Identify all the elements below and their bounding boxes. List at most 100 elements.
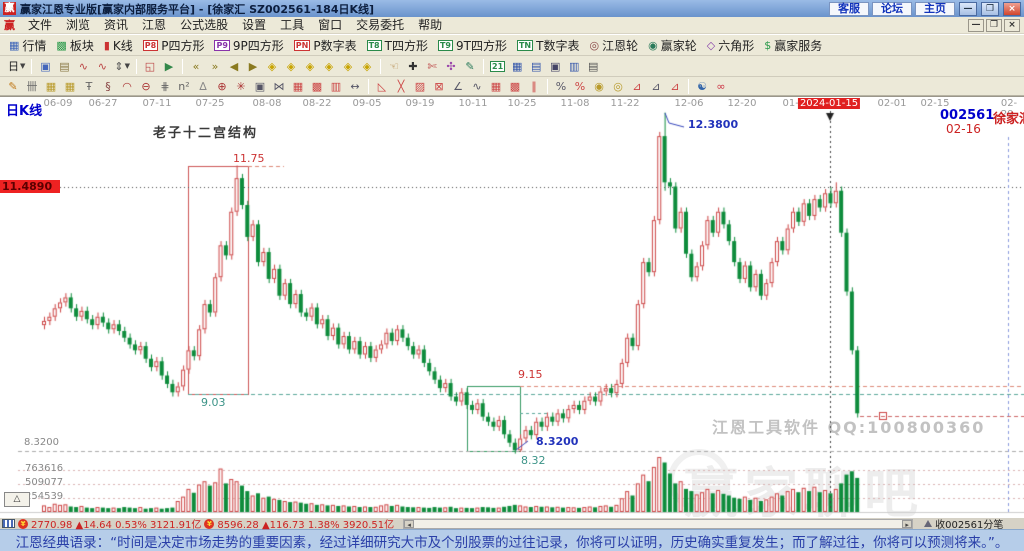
- menu-item-file[interactable]: 文件: [21, 17, 59, 33]
- zoom-diamond-3[interactable]: ◈: [301, 58, 319, 75]
- zoom-diamond-2[interactable]: ◈: [282, 58, 300, 75]
- hand-tool-icon[interactable]: ☜: [385, 58, 403, 75]
- spiral-icon[interactable]: §: [99, 78, 117, 95]
- clipboard-icon[interactable]: ▤: [55, 58, 73, 75]
- angle-j-icon[interactable]: ⊿: [628, 78, 646, 95]
- grid-view-icon[interactable]: [2, 519, 15, 528]
- menu-item-window[interactable]: 窗口: [311, 17, 349, 33]
- annotation-tool-icon[interactable]: ✣: [442, 58, 460, 75]
- yinyang-icon[interactable]: ☯: [693, 78, 711, 95]
- updown-icon[interactable]: ⇕▼: [112, 58, 132, 75]
- trend-small-icon[interactable]: ∿: [74, 58, 92, 75]
- notebook-icon[interactable]: ▤: [527, 58, 545, 75]
- photo-icon[interactable]: ▣: [251, 78, 269, 95]
- toolbar-button-gann-wheel[interactable]: ◎江恩轮: [584, 35, 643, 55]
- toolbar-button-p-square[interactable]: P8P四方形: [138, 35, 210, 55]
- gann-wheel-small-icon[interactable]: ✳: [232, 78, 250, 95]
- toolbar-button-sectors[interactable]: ▩板块: [51, 35, 98, 55]
- toolbar-button-t-number-table[interactable]: TNT数字表: [512, 35, 585, 55]
- menu-item-news[interactable]: 资讯: [97, 17, 135, 33]
- red-grid2-icon[interactable]: ▩: [308, 78, 326, 95]
- minimize-button[interactable]: —: [959, 2, 977, 16]
- scroll-right-arrow[interactable]: ▸: [902, 520, 912, 528]
- tally-grid-icon[interactable]: 卌: [23, 78, 41, 95]
- square-x-icon[interactable]: ⊠: [430, 78, 448, 95]
- toolbar-button-winner-wheel[interactable]: ◉赢家轮: [643, 35, 702, 55]
- arc-tool-icon[interactable]: ◠: [118, 78, 136, 95]
- shanghai-index-quote[interactable]: 2770.98 ▲14.64 0.53% 3121.91亿: [31, 516, 201, 531]
- period-day-dropdown[interactable]: 日▼: [4, 58, 27, 75]
- toolbar-button-t-square[interactable]: T8T四方形: [362, 35, 433, 55]
- zoom-diamond-1[interactable]: ◈: [263, 58, 281, 75]
- golden-section2-icon[interactable]: ◎: [609, 78, 627, 95]
- fan-lines-icon[interactable]: ◺: [373, 78, 391, 95]
- mdi-close-button[interactable]: ×: [1004, 19, 1020, 32]
- menu-item-gann[interactable]: 江恩: [135, 17, 173, 33]
- parallel-lines-icon[interactable]: ∥: [525, 78, 543, 95]
- shaded-grid-icon[interactable]: ▨: [411, 78, 429, 95]
- menu-item-tools[interactable]: 工具: [273, 17, 311, 33]
- circle-cycle-icon[interactable]: ⊖: [137, 78, 155, 95]
- calendar-icon[interactable]: 21: [488, 58, 507, 75]
- kline-mode-icon[interactable]: ◱: [141, 58, 159, 75]
- angle-line-icon[interactable]: ∠: [449, 78, 467, 95]
- kline-chart-panel[interactable]: 06-0906-2707-1107-2508-0808-2209-0509-19…: [0, 96, 1024, 517]
- toolbar-button-kline[interactable]: ▮K线: [99, 35, 138, 55]
- infinity-icon[interactable]: ∞: [712, 78, 730, 95]
- last-bar-icon[interactable]: »: [206, 58, 224, 75]
- angle-a-icon[interactable]: ∆: [194, 78, 212, 95]
- toolbar-button-p-number-table[interactable]: PNP数字表: [289, 35, 362, 55]
- next-bar-icon[interactable]: ▶: [244, 58, 262, 75]
- draw-pen-icon[interactable]: ✎: [4, 78, 22, 95]
- band-icon[interactable]: ▥: [327, 78, 345, 95]
- menu-item-help[interactable]: 帮助: [411, 17, 449, 33]
- close-button[interactable]: ×: [1003, 2, 1021, 16]
- tile-chart-icon[interactable]: ▣: [36, 58, 54, 75]
- scroll-left-arrow[interactable]: ◂: [404, 520, 414, 528]
- customer-service-button[interactable]: 客服: [829, 2, 869, 16]
- fractal-icon[interactable]: ⋈: [270, 78, 288, 95]
- toolbar-button-9t-square[interactable]: T99T四方形: [433, 35, 512, 55]
- toolbar-button-hexagon[interactable]: ◇六角形: [702, 35, 759, 55]
- menu-item-browse[interactable]: 浏览: [59, 17, 97, 33]
- measure-tool-icon[interactable]: ✄: [423, 58, 441, 75]
- menu-item-trade-order[interactable]: 交易委托: [349, 17, 411, 33]
- hash-ruler-icon[interactable]: ⋕: [156, 78, 174, 95]
- zoom-diamond-4[interactable]: ◈: [320, 58, 338, 75]
- golden-section-icon[interactable]: ◉: [590, 78, 608, 95]
- calculator-icon[interactable]: ▦: [508, 58, 526, 75]
- toolbar-button-quotes[interactable]: ▦行情: [4, 35, 51, 55]
- angle-f-icon[interactable]: ⊿: [647, 78, 665, 95]
- toolbar-button-winner-service[interactable]: $赢家服务: [759, 35, 827, 55]
- gann-grid-gold-icon[interactable]: ▦: [42, 78, 60, 95]
- width-arrows-icon[interactable]: ↔: [346, 78, 364, 95]
- toolbar-button-9p-square[interactable]: P99P四方形: [209, 35, 288, 55]
- percent-retrace-icon[interactable]: %: [552, 78, 570, 95]
- price-ruler-icon[interactable]: Ŧ: [80, 78, 98, 95]
- prev-bar-icon[interactable]: ◀: [225, 58, 243, 75]
- menu-item-settings[interactable]: 设置: [235, 17, 273, 33]
- percent-red-icon[interactable]: %: [571, 78, 589, 95]
- gann-circle-icon[interactable]: ⊕: [213, 78, 231, 95]
- wave-line-icon[interactable]: ∿: [468, 78, 486, 95]
- red-grid-icon[interactable]: ▦: [289, 78, 307, 95]
- homepage-button[interactable]: 主页: [915, 2, 955, 16]
- gann-grid-gold2-icon[interactable]: ▦: [61, 78, 79, 95]
- zoom-diamond-5[interactable]: ◈: [339, 58, 357, 75]
- line-manager-icon[interactable]: ✎: [461, 58, 479, 75]
- color-flag-icon[interactable]: ▶: [160, 58, 178, 75]
- restore-button[interactable]: ❐: [981, 2, 999, 16]
- grid3-icon[interactable]: ▦: [487, 78, 505, 95]
- mdi-minimize-button[interactable]: —: [968, 19, 984, 32]
- zoom-diamond-6[interactable]: ◈: [358, 58, 376, 75]
- kline-canvas[interactable]: [0, 97, 1024, 517]
- angle-g-icon[interactable]: ⊿: [666, 78, 684, 95]
- n2-table-icon[interactable]: n²: [175, 78, 193, 95]
- mdi-restore-button[interactable]: ❐: [986, 19, 1002, 32]
- trend-large-icon[interactable]: ∿: [93, 58, 111, 75]
- printer-icon[interactable]: ▤: [584, 58, 602, 75]
- forum-button[interactable]: 论坛: [872, 2, 912, 16]
- data-download-icon[interactable]: ▥: [565, 58, 583, 75]
- save-icon[interactable]: ▣: [546, 58, 564, 75]
- expand-volume-button[interactable]: △: [4, 492, 30, 507]
